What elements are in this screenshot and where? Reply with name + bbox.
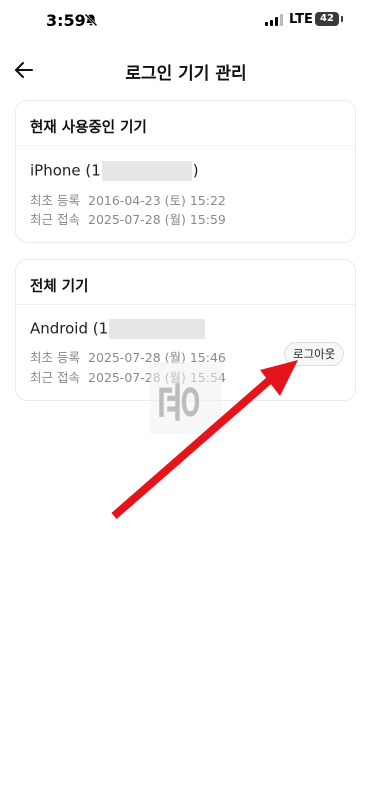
last-access-label: 최근 접속: [30, 212, 80, 227]
status-bar: 3:59 LTE 42: [0, 0, 372, 44]
current-device-card: 현재 사용중인 기기 iPhone (1) 최초 등록 2016-04-23 (토…: [15, 100, 356, 243]
battery-icon: 42: [315, 12, 339, 26]
registered-row: 최초 등록 2016-04-23 (토) 15:22: [30, 190, 226, 209]
status-time: 3:59: [46, 11, 86, 30]
signal-icon: [265, 14, 283, 26]
device-name-text: Android (1: [30, 319, 109, 338]
registered-value: 2016-04-23 (토) 15:22: [88, 193, 226, 208]
device-name: Android (1: [30, 319, 206, 339]
registered-label: 최초 등록: [30, 350, 80, 365]
redacted-block: [101, 161, 192, 181]
last-access-label: 최근 접속: [30, 370, 80, 385]
device-name-suffix: ): [192, 161, 199, 180]
last-access-row: 최근 접속 2025-07-28 (월) 15:59: [30, 209, 226, 228]
watermark-text: 윤: [152, 381, 204, 423]
battery-cap: [341, 16, 343, 22]
current-device-name: iPhone (1): [30, 161, 199, 181]
network-type: LTE: [289, 12, 313, 27]
current-device-section-title: 현재 사용중인 기기: [30, 120, 147, 136]
header: 로그인 기기 관리: [0, 48, 372, 92]
bell-off-icon: [84, 13, 98, 27]
divider: [16, 145, 355, 146]
logout-button[interactable]: 로그아웃: [284, 342, 345, 366]
registered-label: 최초 등록: [30, 193, 80, 208]
device-name-text: iPhone (1: [30, 161, 101, 180]
all-devices-section-title: 전체 기기: [30, 279, 89, 295]
divider: [16, 304, 355, 305]
page-title: 로그인 기기 관리: [125, 64, 247, 84]
redacted-block: [109, 319, 206, 339]
last-access-value: 2025-07-28 (월) 15:59: [88, 212, 226, 227]
watermark: 윤: [150, 362, 222, 434]
